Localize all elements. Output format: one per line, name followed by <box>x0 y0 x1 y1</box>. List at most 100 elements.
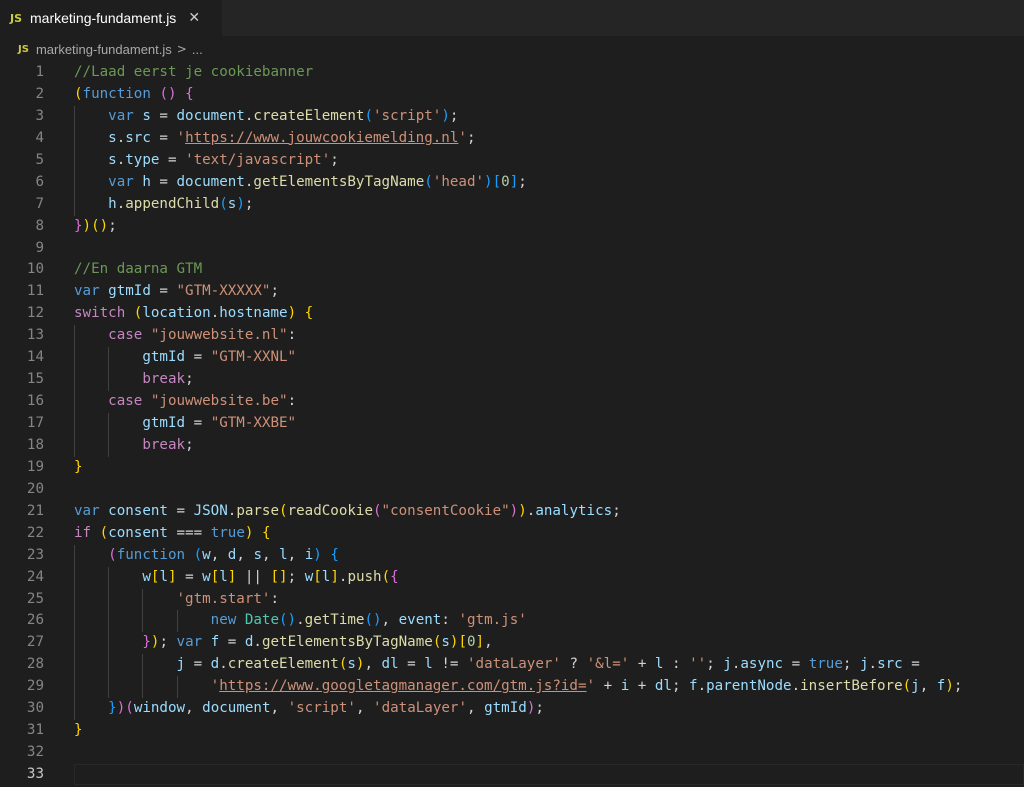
line-number: 14 <box>26 349 44 366</box>
code-line[interactable]: 4 s.src = 'https://www.jouwcookiemelding… <box>0 127 1024 150</box>
code-token: ) <box>116 700 126 717</box>
code-token: i <box>304 546 314 563</box>
code-token: src <box>877 656 903 673</box>
breadcrumb-file[interactable]: marketing-fundament.js <box>36 42 172 57</box>
code-token: "jouwwebsite.be" <box>150 393 288 410</box>
code-token: 'script' <box>287 700 356 717</box>
line-number: 15 <box>26 371 44 388</box>
breadcrumb-symbols[interactable]: ... <box>192 42 203 57</box>
code-line[interactable]: 32 <box>0 742 1024 764</box>
code-token: ; <box>185 436 194 453</box>
code-text: switch (location.hostname) { <box>74 303 313 325</box>
code-token: gtmId <box>484 700 527 717</box>
code-token: "consentCookie" <box>381 502 510 519</box>
line-number: 9 <box>35 239 44 256</box>
line-number: 29 <box>26 678 44 695</box>
code-token: h <box>108 195 117 212</box>
code-line[interactable]: 30 })(window, document, 'script', 'dataL… <box>0 698 1024 721</box>
code-token: readCookie <box>287 502 373 519</box>
code-token: push <box>347 568 382 585</box>
code-token: . <box>296 612 305 629</box>
code-line[interactable]: 6 var h = document.getElementsByTagName(… <box>0 171 1024 194</box>
code-line[interactable]: 3 var s = document.createElement('script… <box>0 105 1024 128</box>
code-text: var h = document.getElementsByTagName('h… <box>74 172 527 194</box>
code-token: //Laad eerst je cookiebanner <box>74 64 314 80</box>
tab-marketing-fundament[interactable]: JS marketing-fundament.js ✕ <box>0 0 222 36</box>
code-line[interactable]: 24 w[l] = w[l] || []; w[l].push({ <box>0 566 1024 589</box>
code-token: ) <box>236 195 245 212</box>
code-text: 'https://www.googletagmanager.com/gtm.js… <box>74 676 963 698</box>
code-line[interactable]: 29 'https://www.googletagmanager.com/gtm… <box>0 676 1024 699</box>
code-token: ; <box>185 371 194 388</box>
code-token: hostname <box>219 305 288 322</box>
code-token: ] <box>167 568 177 585</box>
code-token: , <box>236 546 254 563</box>
code-text: var s = document.createElement('script')… <box>74 106 458 128</box>
code-line[interactable]: 16 case "jouwwebsite.be": <box>0 391 1024 413</box>
code-line[interactable]: 14 gtmId = "GTM-XXNL" <box>0 347 1024 370</box>
code-token: : <box>287 393 297 410</box>
code-token: . <box>253 634 262 651</box>
code-token: switch <box>74 305 126 322</box>
line-number: 21 <box>26 502 44 519</box>
code-token: function <box>116 546 186 563</box>
code-line[interactable]: 11 var gtmId = "GTM-XXXXX"; <box>0 281 1024 303</box>
code-token: parentNode <box>706 678 792 695</box>
code-line[interactable]: 8})(); <box>0 216 1024 238</box>
code-token: [ <box>210 568 220 585</box>
code-token: ( <box>125 700 134 717</box>
code-token: document <box>176 107 245 124</box>
code-line[interactable]: 5 s.type = 'text/javascript'; <box>0 149 1024 172</box>
code-token: if <box>74 524 92 541</box>
code-line[interactable]: 13 case "jouwwebsite.nl": <box>0 325 1024 348</box>
line-number: 28 <box>26 656 44 673</box>
code-token: l <box>219 568 228 585</box>
code-token: src <box>125 129 151 146</box>
code-token: 0 <box>501 173 510 190</box>
code-line[interactable]: 23 (function (w, d, s, l, i) { <box>0 544 1024 567</box>
code-line[interactable]: 27 }); var f = d.getElementsByTagName(s)… <box>0 632 1024 655</box>
code-token: d <box>210 656 220 673</box>
code-line[interactable]: 18 break; <box>0 434 1024 457</box>
code-line[interactable]: 10 //En daarna GTM <box>0 259 1024 281</box>
code-token: event <box>398 612 442 629</box>
code-line[interactable]: 21 var consent = JSON.parse(readCookie("c… <box>0 501 1024 523</box>
code-token: [ <box>458 634 467 651</box>
code-text: s.src = 'https://www.jouwcookiemelding.n… <box>74 128 475 150</box>
code-token: var <box>74 283 100 300</box>
code-line[interactable]: 31} <box>0 720 1024 742</box>
line-number: 17 <box>26 415 44 431</box>
code-token: , <box>364 656 382 673</box>
code-line[interactable]: 17 gtmId = "GTM-XXBE" <box>0 413 1024 435</box>
code-token: var <box>108 173 134 190</box>
code-line[interactable]: 2 (function () { <box>0 84 1024 106</box>
close-icon[interactable]: ✕ <box>188 10 200 26</box>
code-line[interactable]: 33 <box>0 764 1024 786</box>
code-token: ; <box>449 107 459 124</box>
code-line[interactable]: 20 <box>0 479 1024 501</box>
code-line[interactable]: 1 //Laad eerst je cookiebanner <box>0 62 1024 84</box>
code-line[interactable]: 19} <box>0 457 1024 479</box>
code-token: ) <box>509 502 519 519</box>
code-token: '&l=' <box>586 656 630 673</box>
code-editor[interactable]: 1 //Laad eerst je cookiebanner 2 (function … <box>0 62 1024 787</box>
code-line[interactable]: 9 <box>0 238 1024 260</box>
code-line[interactable]: 26 new Date().getTime(), event: 'gtm.js' <box>0 610 1024 633</box>
code-token: = <box>185 415 211 431</box>
code-line[interactable]: 25 'gtm.start': <box>0 588 1024 611</box>
line-number: 24 <box>26 568 44 585</box>
code-line[interactable]: 12 switch (location.hostname) { <box>0 303 1024 325</box>
code-line[interactable]: 28 j = d.createElement(s), dl = l != 'da… <box>0 654 1024 677</box>
code-token: dl <box>654 678 672 695</box>
code-line[interactable]: 22 if (consent === true) { <box>0 523 1024 545</box>
code-line[interactable]: 7 h.appendChild(s); <box>0 193 1024 216</box>
code-line[interactable]: 15 break; <box>0 369 1024 392</box>
code-token: ) <box>484 173 493 190</box>
